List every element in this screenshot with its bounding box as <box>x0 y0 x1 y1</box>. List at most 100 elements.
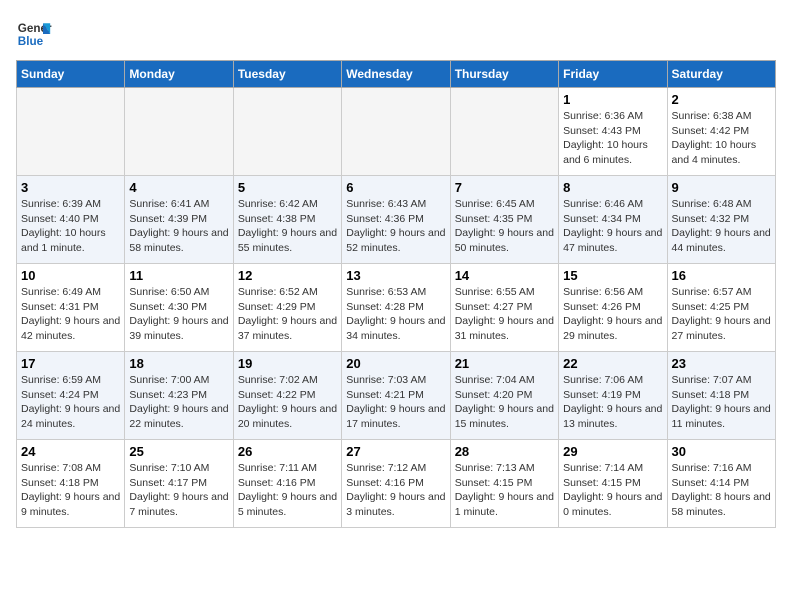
calendar-cell: 22 Sunrise: 7:06 AMSunset: 4:19 PMDayligh… <box>559 352 667 440</box>
day-info: Sunrise: 7:08 AMSunset: 4:18 PMDaylight:… <box>21 461 120 520</box>
weekday-header: Thursday <box>450 61 558 88</box>
calendar-cell: 18 Sunrise: 7:00 AMSunset: 4:23 PMDayligh… <box>125 352 233 440</box>
day-info: Sunrise: 7:04 AMSunset: 4:20 PMDaylight:… <box>455 373 554 432</box>
day-number: 17 <box>21 356 120 371</box>
calendar-week-row: 1 Sunrise: 6:36 AMSunset: 4:43 PMDaylight… <box>17 88 776 176</box>
weekday-header: Saturday <box>667 61 775 88</box>
calendar-cell: 6 Sunrise: 6:43 AMSunset: 4:36 PMDaylight… <box>342 176 450 264</box>
day-number: 30 <box>672 444 771 459</box>
day-info: Sunrise: 7:12 AMSunset: 4:16 PMDaylight:… <box>346 461 445 520</box>
day-number: 25 <box>129 444 228 459</box>
calendar-cell: 17 Sunrise: 6:59 AMSunset: 4:24 PMDayligh… <box>17 352 125 440</box>
calendar-table: SundayMondayTuesdayWednesdayThursdayFrid… <box>16 60 776 528</box>
calendar-cell: 9Sunrise: 6:48 AMSunset: 4:32 PMDaylight… <box>667 176 775 264</box>
day-info: Sunrise: 6:43 AMSunset: 4:36 PMDaylight:… <box>346 197 445 256</box>
calendar-cell: 8 Sunrise: 6:46 AMSunset: 4:34 PMDaylight… <box>559 176 667 264</box>
day-number: 14 <box>455 268 554 283</box>
day-info: Sunrise: 7:00 AMSunset: 4:23 PMDaylight:… <box>129 373 228 432</box>
calendar-cell: 11Sunrise: 6:50 AMSunset: 4:30 PMDayligh… <box>125 264 233 352</box>
day-info: Sunrise: 6:39 AMSunset: 4:40 PMDaylight:… <box>21 197 120 256</box>
day-info: Sunrise: 6:48 AMSunset: 4:32 PMDaylight:… <box>672 197 771 256</box>
day-number: 5 <box>238 180 337 195</box>
calendar-cell: 7 Sunrise: 6:45 AMSunset: 4:35 PMDaylight… <box>450 176 558 264</box>
day-info: Sunrise: 7:13 AMSunset: 4:15 PMDaylight:… <box>455 461 554 520</box>
calendar-cell: 24 Sunrise: 7:08 AMSunset: 4:18 PMDayligh… <box>17 440 125 528</box>
calendar-week-row: 3 Sunrise: 6:39 AMSunset: 4:40 PMDaylight… <box>17 176 776 264</box>
calendar-cell: 30 Sunrise: 7:16 AMSunset: 4:14 PMDayligh… <box>667 440 775 528</box>
calendar-week-row: 24 Sunrise: 7:08 AMSunset: 4:18 PMDayligh… <box>17 440 776 528</box>
day-info: Sunrise: 7:16 AMSunset: 4:14 PMDaylight:… <box>672 461 771 520</box>
calendar-cell <box>125 88 233 176</box>
day-number: 23 <box>672 356 771 371</box>
calendar-cell <box>233 88 341 176</box>
day-info: Sunrise: 6:42 AMSunset: 4:38 PMDaylight:… <box>238 197 337 256</box>
calendar-cell: 14Sunrise: 6:55 AMSunset: 4:27 PMDayligh… <box>450 264 558 352</box>
calendar-cell: 15 Sunrise: 6:56 AMSunset: 4:26 PMDayligh… <box>559 264 667 352</box>
day-number: 8 <box>563 180 662 195</box>
calendar-cell <box>17 88 125 176</box>
calendar-cell: 23 Sunrise: 7:07 AMSunset: 4:18 PMDayligh… <box>667 352 775 440</box>
day-info: Sunrise: 6:46 AMSunset: 4:34 PMDaylight:… <box>563 197 662 256</box>
day-number: 12 <box>238 268 337 283</box>
day-info: Sunrise: 6:41 AMSunset: 4:39 PMDaylight:… <box>129 197 228 256</box>
svg-text:Blue: Blue <box>18 35 44 48</box>
day-number: 22 <box>563 356 662 371</box>
day-number: 20 <box>346 356 445 371</box>
day-number: 27 <box>346 444 445 459</box>
day-info: Sunrise: 7:10 AMSunset: 4:17 PMDaylight:… <box>129 461 228 520</box>
day-info: Sunrise: 7:03 AMSunset: 4:21 PMDaylight:… <box>346 373 445 432</box>
day-info: Sunrise: 7:02 AMSunset: 4:22 PMDaylight:… <box>238 373 337 432</box>
day-info: Sunrise: 6:56 AMSunset: 4:26 PMDaylight:… <box>563 285 662 344</box>
day-number: 3 <box>21 180 120 195</box>
day-number: 19 <box>238 356 337 371</box>
day-number: 26 <box>238 444 337 459</box>
calendar-cell: 27 Sunrise: 7:12 AMSunset: 4:16 PMDayligh… <box>342 440 450 528</box>
calendar-header-row: SundayMondayTuesdayWednesdayThursdayFrid… <box>17 61 776 88</box>
calendar-cell: 21 Sunrise: 7:04 AMSunset: 4:20 PMDayligh… <box>450 352 558 440</box>
day-info: Sunrise: 7:07 AMSunset: 4:18 PMDaylight:… <box>672 373 771 432</box>
calendar-cell: 2 Sunrise: 6:38 AMSunset: 4:42 PMDaylight… <box>667 88 775 176</box>
day-info: Sunrise: 7:06 AMSunset: 4:19 PMDaylight:… <box>563 373 662 432</box>
page-header: General Blue <box>16 16 776 52</box>
calendar-cell: 4 Sunrise: 6:41 AMSunset: 4:39 PMDaylight… <box>125 176 233 264</box>
calendar-cell <box>342 88 450 176</box>
day-number: 24 <box>21 444 120 459</box>
calendar-week-row: 10 Sunrise: 6:49 AMSunset: 4:31 PMDayligh… <box>17 264 776 352</box>
weekday-header: Tuesday <box>233 61 341 88</box>
day-number: 2 <box>672 92 771 107</box>
day-info: Sunrise: 6:59 AMSunset: 4:24 PMDaylight:… <box>21 373 120 432</box>
calendar-cell: 29Sunrise: 7:14 AMSunset: 4:15 PMDayligh… <box>559 440 667 528</box>
day-info: Sunrise: 6:52 AMSunset: 4:29 PMDaylight:… <box>238 285 337 344</box>
calendar-week-row: 17 Sunrise: 6:59 AMSunset: 4:24 PMDayligh… <box>17 352 776 440</box>
calendar-cell: 19 Sunrise: 7:02 AMSunset: 4:22 PMDayligh… <box>233 352 341 440</box>
day-number: 1 <box>563 92 662 107</box>
day-info: Sunrise: 6:49 AMSunset: 4:31 PMDaylight:… <box>21 285 120 344</box>
day-number: 29 <box>563 444 662 459</box>
calendar-cell: 5 Sunrise: 6:42 AMSunset: 4:38 PMDaylight… <box>233 176 341 264</box>
calendar-cell: 10 Sunrise: 6:49 AMSunset: 4:31 PMDayligh… <box>17 264 125 352</box>
day-info: Sunrise: 6:50 AMSunset: 4:30 PMDaylight:… <box>129 285 228 344</box>
day-number: 4 <box>129 180 228 195</box>
weekday-header: Sunday <box>17 61 125 88</box>
logo: General Blue <box>16 16 52 52</box>
day-number: 21 <box>455 356 554 371</box>
day-number: 16 <box>672 268 771 283</box>
calendar-cell: 3 Sunrise: 6:39 AMSunset: 4:40 PMDaylight… <box>17 176 125 264</box>
day-number: 13 <box>346 268 445 283</box>
calendar-cell: 13 Sunrise: 6:53 AMSunset: 4:28 PMDayligh… <box>342 264 450 352</box>
day-info: Sunrise: 6:45 AMSunset: 4:35 PMDaylight:… <box>455 197 554 256</box>
calendar-cell: 20 Sunrise: 7:03 AMSunset: 4:21 PMDayligh… <box>342 352 450 440</box>
day-number: 15 <box>563 268 662 283</box>
day-number: 18 <box>129 356 228 371</box>
calendar-cell: 25 Sunrise: 7:10 AMSunset: 4:17 PMDayligh… <box>125 440 233 528</box>
calendar-cell: 26Sunrise: 7:11 AMSunset: 4:16 PMDayligh… <box>233 440 341 528</box>
day-info: Sunrise: 6:53 AMSunset: 4:28 PMDaylight:… <box>346 285 445 344</box>
day-info: Sunrise: 6:36 AMSunset: 4:43 PMDaylight:… <box>563 109 662 168</box>
calendar-cell: 28Sunrise: 7:13 AMSunset: 4:15 PMDayligh… <box>450 440 558 528</box>
day-number: 6 <box>346 180 445 195</box>
logo-icon: General Blue <box>16 16 52 52</box>
day-info: Sunrise: 6:38 AMSunset: 4:42 PMDaylight:… <box>672 109 771 168</box>
calendar-cell <box>450 88 558 176</box>
day-number: 10 <box>21 268 120 283</box>
day-number: 7 <box>455 180 554 195</box>
